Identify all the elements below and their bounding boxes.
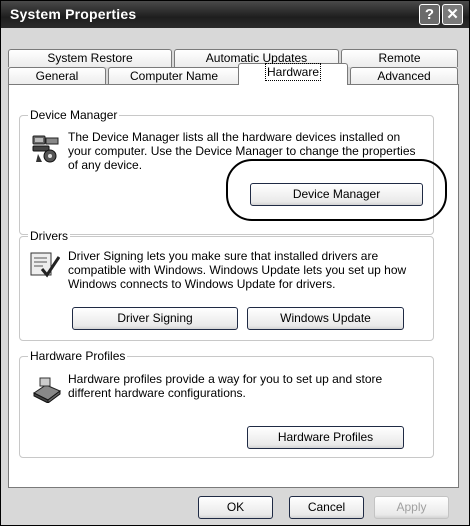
hardware-profiles-button[interactable]: Hardware Profiles [247, 426, 404, 449]
tab-label: General [35, 69, 79, 83]
apply-button[interactable]: Apply [374, 496, 449, 519]
driver-signing-icon [30, 251, 61, 282]
close-button[interactable]: ✕ [442, 4, 463, 25]
tab-label: Computer Name [129, 69, 219, 83]
device-manager-group: Device Manager The Device Manager lists … [19, 108, 434, 235]
button-label: Device Manager [292, 187, 381, 201]
tab-hardware[interactable]: Hardware [238, 63, 348, 85]
button-label: Driver Signing [117, 311, 193, 325]
button-label: Cancel [307, 500, 346, 514]
hardware-tab-panel: Device Manager The Device Manager lists … [8, 84, 459, 488]
drivers-description: Driver Signing lets you make sure that i… [68, 249, 407, 291]
device-manager-button[interactable]: Device Manager [250, 183, 423, 206]
cancel-button[interactable]: Cancel [289, 496, 364, 519]
group-title: Device Manager [28, 108, 120, 122]
button-label: Apply [396, 500, 427, 514]
system-properties-window: System Properties ? ✕ System Restore Aut… [0, 0, 470, 526]
tab-computer-name[interactable]: Computer Name [108, 67, 240, 85]
button-label: OK [226, 500, 245, 514]
driver-signing-button[interactable]: Driver Signing [72, 307, 238, 330]
tab-system-restore[interactable]: System Restore [8, 49, 172, 67]
windows-update-button[interactable]: Windows Update [247, 307, 404, 330]
tab-advanced[interactable]: Advanced [350, 67, 458, 85]
device-manager-icon [30, 132, 62, 167]
device-manager-description: The Device Manager lists all the hardwar… [68, 130, 416, 172]
help-button[interactable]: ? [419, 4, 440, 25]
tab-label: Hardware [264, 63, 322, 81]
hardware-profiles-group: Hardware Profiles Hardware profiles prov… [19, 349, 434, 458]
tab-label: System Restore [47, 51, 133, 65]
window-title: System Properties [10, 6, 137, 22]
tab-remote[interactable]: Remote [341, 49, 458, 67]
group-title: Drivers [28, 229, 70, 243]
ok-button[interactable]: OK [198, 496, 273, 519]
tab-row-bottom: General Computer Name Hardware Advanced [8, 63, 458, 85]
button-label: Hardware Profiles [277, 430, 374, 444]
tab-row-top: System Restore Automatic Updates Remote [8, 49, 458, 67]
hardware-profiles-description: Hardware profiles provide a way for you … [68, 372, 383, 400]
title-bar[interactable]: System Properties ? ✕ [1, 1, 469, 28]
tab-label: Remote [378, 51, 421, 65]
group-title: Hardware Profiles [28, 349, 128, 363]
drivers-group: Drivers Driver Signing lets you make sur… [19, 229, 434, 341]
hardware-profiles-icon [30, 375, 62, 406]
tab-general[interactable]: General [8, 67, 106, 85]
tab-label: Advanced [377, 69, 431, 83]
button-label: Windows Update [280, 311, 371, 325]
